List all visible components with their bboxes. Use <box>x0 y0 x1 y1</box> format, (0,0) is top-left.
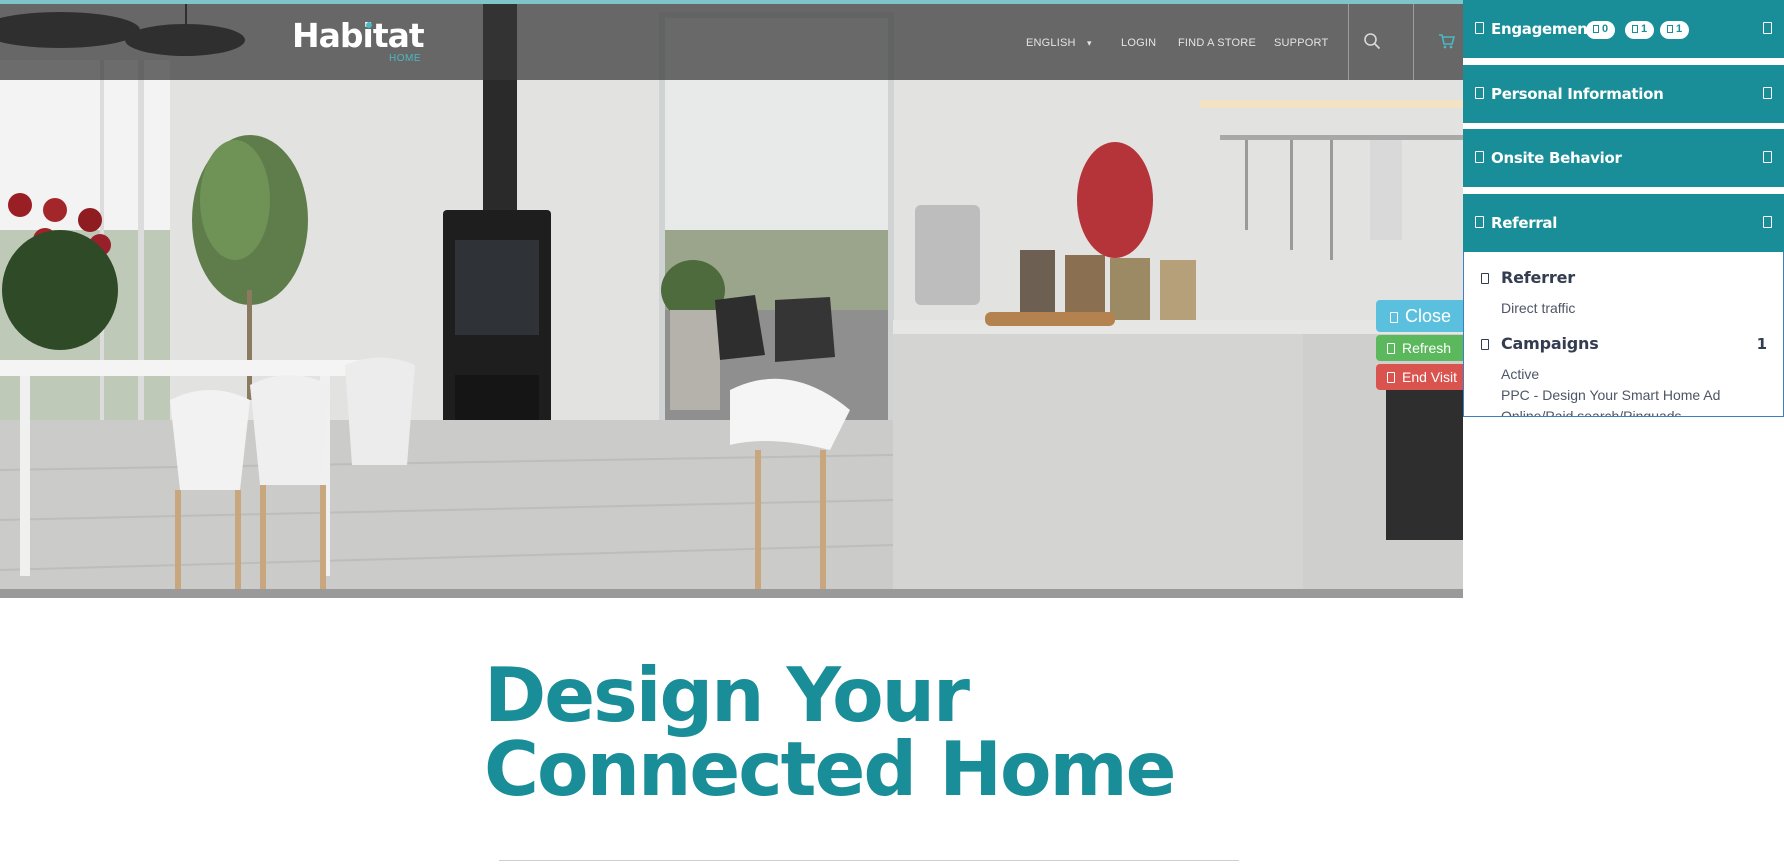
nav-find-a-store[interactable]: FIND A STORE <box>1178 37 1256 49</box>
engagement-icon <box>1475 22 1484 34</box>
hero-bottom-border <box>0 589 1463 598</box>
collapse-icon[interactable] <box>1763 216 1772 228</box>
section-title: Personal Information <box>1491 85 1664 103</box>
language-label: ENGLISH <box>1026 37 1076 49</box>
referrer-value: Direct traffic <box>1501 300 1576 316</box>
section-title: Onsite Behavior <box>1491 149 1622 167</box>
referral-details: Referrer Direct traffic Campaigns 1 Acti… <box>1463 252 1784 417</box>
referrer-heading: Referrer <box>1501 268 1575 287</box>
kitchen-scene <box>0 0 1463 590</box>
goal-icon <box>1593 25 1599 33</box>
language-selector[interactable]: ENGLISH ▾ <box>1026 37 1092 49</box>
close-label: Close <box>1405 306 1452 326</box>
headline-line-2: Connected Home <box>484 725 1177 813</box>
page-headline: Design Your Connected Home <box>484 651 1177 813</box>
referrer-icon <box>1481 273 1489 284</box>
campaigns-count: 1 <box>1756 335 1767 353</box>
power-icon <box>1387 372 1395 383</box>
section-title: Engagement <box>1491 20 1595 38</box>
nav-login[interactable]: LOGIN <box>1121 37 1156 49</box>
section-personal-information[interactable]: Personal Information <box>1463 65 1784 123</box>
header-divider <box>1348 4 1349 80</box>
campaign-name: PPC - Design Your Smart Home Ad <box>1501 387 1721 403</box>
section-title: Referral <box>1491 214 1558 232</box>
end-visit-button[interactable]: End Visit <box>1376 364 1463 390</box>
behavior-icon <box>1475 151 1484 163</box>
visitor-profile-panel: Engagement 0 1 1 Personal Information On… <box>1463 0 1784 868</box>
close-button[interactable]: Close <box>1376 300 1463 332</box>
site-header: Habitat HOME ENGLISH ▾ LOGIN FIND A STOR… <box>0 4 1463 80</box>
expand-icon[interactable] <box>1763 22 1772 34</box>
engagement-badge: 1 <box>1660 21 1690 39</box>
section-onsite-behavior[interactable]: Onsite Behavior <box>1463 129 1784 187</box>
hero-image <box>0 0 1463 598</box>
cart-icon[interactable] <box>1437 32 1455 50</box>
referral-icon <box>1475 216 1484 228</box>
user-icon <box>1475 87 1484 99</box>
campaign-channel: Online/Paid search/Pinguads <box>1501 408 1682 417</box>
logo-sub: HOME <box>389 53 421 64</box>
chevron-down-icon: ▾ <box>1086 38 1092 48</box>
outcome-icon <box>1667 25 1673 33</box>
expand-icon[interactable] <box>1763 87 1772 99</box>
expand-icon[interactable] <box>1763 151 1772 163</box>
event-icon <box>1632 25 1638 33</box>
refresh-icon <box>1387 343 1395 354</box>
page: Habitat HOME ENGLISH ▾ LOGIN FIND A STOR… <box>0 0 1784 868</box>
campaigns-heading: Campaigns <box>1501 334 1599 353</box>
campaign-status: Active <box>1501 366 1540 382</box>
refresh-label: Refresh <box>1402 340 1452 356</box>
header-divider <box>1413 4 1414 80</box>
refresh-button[interactable]: Refresh <box>1376 335 1463 361</box>
campaign-icon <box>1481 339 1489 350</box>
section-referral[interactable]: Referral <box>1463 194 1784 252</box>
nav-support[interactable]: SUPPORT <box>1274 37 1328 49</box>
section-engagement[interactable]: Engagement 0 1 1 <box>1463 0 1784 58</box>
habitat-logo[interactable]: Habitat HOME <box>292 16 425 65</box>
logo-brand: Habitat <box>292 16 425 55</box>
logo-dot-icon <box>366 22 372 28</box>
engagement-badge: 0 <box>1586 21 1616 39</box>
close-icon <box>1390 312 1398 323</box>
headline-line-1: Design Your <box>484 651 970 739</box>
content-divider <box>499 860 1239 861</box>
end-visit-label: End Visit <box>1402 369 1457 385</box>
search-icon[interactable] <box>1363 32 1381 50</box>
engagement-badge: 1 <box>1625 21 1655 39</box>
